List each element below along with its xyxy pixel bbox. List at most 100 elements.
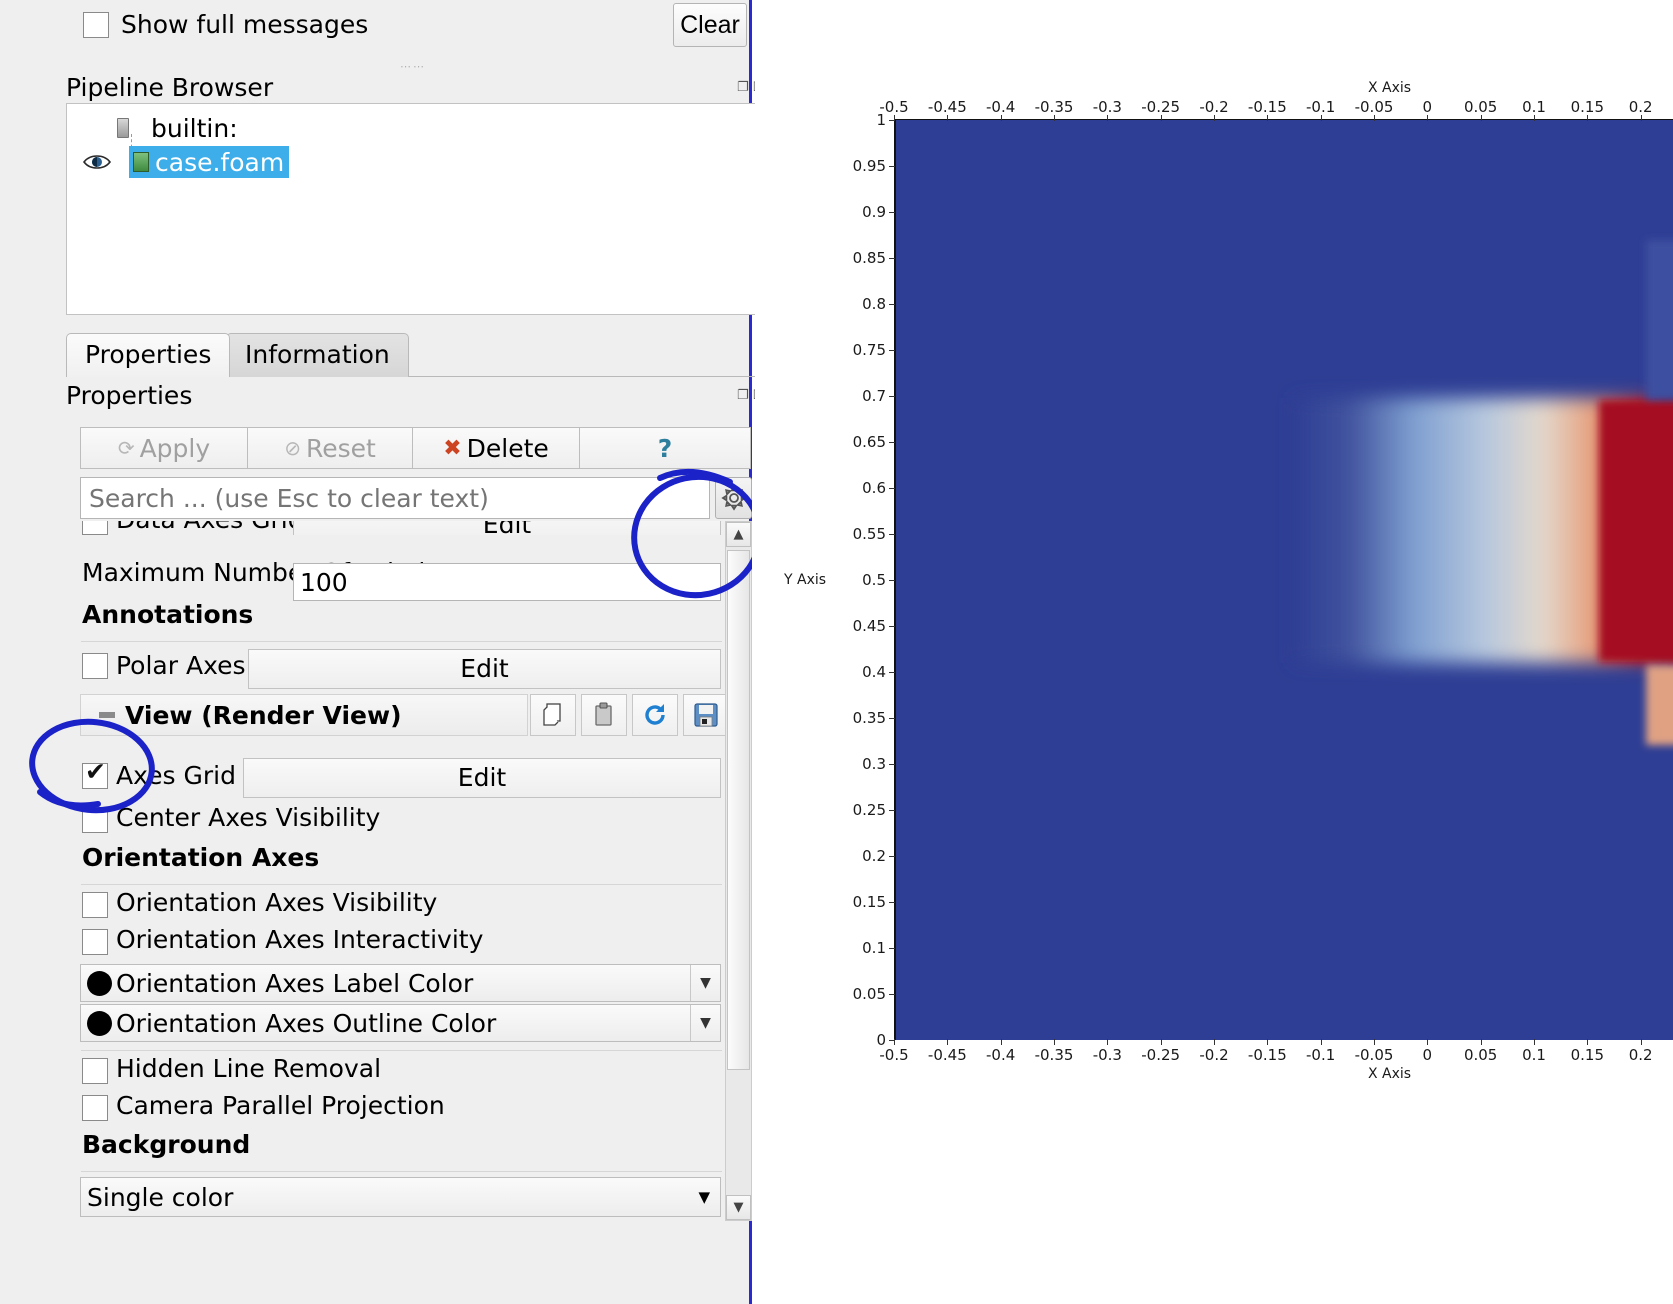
reset-label: Reset <box>306 434 376 463</box>
x-tick-label: -0.3 <box>1093 1046 1122 1064</box>
chevron-down-icon[interactable]: ▼ <box>690 965 720 1001</box>
y-tick-mark <box>889 948 895 949</box>
color-swatch <box>87 1011 112 1036</box>
x-tick-mark <box>1267 1039 1268 1045</box>
y-tick-mark <box>889 580 895 581</box>
show-full-messages-label: Show full messages <box>121 10 368 39</box>
scrollbar-thumb[interactable] <box>727 550 750 1070</box>
help-button[interactable]: ? <box>579 427 751 469</box>
float-icon[interactable]: ❐ <box>737 80 749 95</box>
left-dock-inner: Show full messages Clear ⋯⋯ Pipeline Bro… <box>33 0 749 1304</box>
property-row-center-axes-visibility[interactable]: Center Axes Visibility <box>80 806 725 843</box>
gear-icon[interactable] <box>715 477 752 519</box>
camera-parallel-projection-checkbox[interactable] <box>82 1095 108 1121</box>
property-row-orientation-axes-visibility[interactable]: Orientation Axes Visibility <box>80 890 725 927</box>
y-tick-label: 0.05 <box>842 985 886 1003</box>
property-row-orientation-axes-label-color[interactable]: Orientation Axes Label Color ▼ <box>80 964 725 1004</box>
section-divider <box>81 884 722 885</box>
x-tick-mark <box>1427 1039 1428 1045</box>
annotations-section-label: Annotations <box>82 600 253 629</box>
render-view[interactable]: -0.5-0.45-0.4-0.35-0.3-0.25-0.2-0.15-0.1… <box>755 0 1673 1304</box>
y-tick-mark <box>889 166 895 167</box>
delete-button[interactable]: ✖ Delete <box>412 427 580 469</box>
search-input[interactable] <box>80 477 710 519</box>
y-tick-label: 0.2 <box>842 847 886 865</box>
polar-axes-edit-button[interactable]: Edit <box>248 649 721 689</box>
properties-scrollbar[interactable]: ▲ ▼ <box>725 521 752 1221</box>
data-axes-grid-checkbox[interactable] <box>82 521 108 535</box>
camera-parallel-projection-label: Camera Parallel Projection <box>116 1091 445 1120</box>
apply-button[interactable]: ⟳ Apply <box>80 427 248 469</box>
y-tick-label: 0.3 <box>842 755 886 773</box>
property-row-camera-parallel-projection[interactable]: Camera Parallel Projection <box>80 1093 725 1130</box>
orientation-axes-interactivity-label: Orientation Axes Interactivity <box>116 925 483 954</box>
float-icon[interactable]: ❐ <box>737 388 749 403</box>
apply-icon: ⟳ <box>118 436 135 460</box>
triangle-down-icon[interactable]: ▼ <box>726 1195 751 1220</box>
orientation-axes-visibility-checkbox[interactable] <box>82 892 108 918</box>
pipeline-browser-list[interactable]: builtin: case.foam <box>66 103 766 315</box>
background-section-label: Background <box>82 1130 250 1159</box>
y-tick-label: 0.45 <box>842 617 886 635</box>
reset-button[interactable]: ⊘ Reset <box>247 427 413 469</box>
x-tick-label: 0.05 <box>1464 1046 1497 1064</box>
y-tick-mark <box>889 350 895 351</box>
y-tick-label: 0.95 <box>842 157 886 175</box>
property-row-orientation-axes-outline-color[interactable]: Orientation Axes Outline Color ▼ <box>80 1004 725 1056</box>
x-tick-label: -0.25 <box>1141 1046 1180 1064</box>
polar-axes-label: Polar Axes <box>116 651 246 680</box>
orientation-axes-section-label: Orientation Axes <box>82 843 319 872</box>
x-tick-mark <box>1587 115 1588 121</box>
clear-button[interactable]: Clear <box>673 3 747 47</box>
view-group-header-bar[interactable]: View (Render View) <box>80 694 528 736</box>
polar-axes-checkbox[interactable] <box>82 653 108 679</box>
pipeline-item-case-foam[interactable]: case.foam <box>82 145 289 179</box>
property-row-axes-grid[interactable]: Axes Grid Edit <box>80 754 725 806</box>
background-mode-value: Single color <box>87 1183 698 1212</box>
show-full-messages-checkbox[interactable] <box>83 12 109 38</box>
pipeline-item-highlight[interactable]: case.foam <box>129 146 289 178</box>
collapse-icon[interactable] <box>99 712 115 718</box>
property-row-background-mode[interactable]: Single color ▼ <box>80 1177 725 1221</box>
x-tick-label: 0.2 <box>1629 1046 1653 1064</box>
y-tick-label: 0.7 <box>842 387 886 405</box>
tab-information[interactable]: Information <box>226 333 409 377</box>
data-axes-grid-edit-button[interactable]: Edit <box>293 521 721 535</box>
x-tick-label: -0.15 <box>1248 1046 1287 1064</box>
copy-icon[interactable] <box>530 694 576 736</box>
eye-icon[interactable] <box>82 152 112 172</box>
max-number-of-labels-input[interactable] <box>293 563 721 601</box>
axes-grid-label: Axes Grid <box>116 761 236 790</box>
orientation-axes-outline-color-combo[interactable]: Orientation Axes Outline Color ▼ <box>80 1004 721 1042</box>
background-mode-combo[interactable]: Single color ▼ <box>80 1177 721 1217</box>
property-group-view-render-view: View (Render View) <box>80 694 725 736</box>
orientation-axes-label-color-combo[interactable]: Orientation Axes Label Color ▼ <box>80 964 721 1002</box>
y-tick-label: 0.55 <box>842 525 886 543</box>
property-row-hidden-line-removal[interactable]: Hidden Line Removal <box>80 1056 725 1093</box>
hidden-line-removal-checkbox[interactable] <box>82 1058 108 1084</box>
x-tick-mark <box>1161 1039 1162 1045</box>
chevron-down-icon[interactable]: ▼ <box>698 1188 720 1206</box>
property-row-data-axes-grid[interactable]: Data Axes Grid Edit <box>80 521 725 535</box>
render-view-canvas[interactable] <box>894 120 1673 1040</box>
axes-grid-checkbox[interactable] <box>82 763 108 789</box>
x-tick-label: 0.15 <box>1571 98 1604 116</box>
triangle-up-icon[interactable]: ▲ <box>726 522 751 547</box>
properties-scroll-area[interactable]: Data Axes Grid Edit Maximum Number Of La… <box>80 521 725 1221</box>
orientation-axes-interactivity-checkbox[interactable] <box>82 929 108 955</box>
pipeline-item-builtin[interactable]: builtin: <box>117 110 238 146</box>
x-tick-label: -0.4 <box>986 1046 1015 1064</box>
center-axes-visibility-checkbox[interactable] <box>82 807 108 833</box>
paste-icon[interactable] <box>581 694 627 736</box>
tab-properties[interactable]: Properties <box>66 333 230 377</box>
x-tick-label: -0.35 <box>1035 98 1074 116</box>
property-row-max-labels[interactable]: Maximum Number Of Labels <box>80 535 725 603</box>
save-icon[interactable] <box>683 694 729 736</box>
property-row-orientation-axes-interactivity[interactable]: Orientation Axes Interactivity <box>80 927 725 964</box>
y-tick-label: 0.35 <box>842 709 886 727</box>
reload-icon[interactable] <box>632 694 678 736</box>
panel-splitter-handle[interactable]: ⋯⋯ <box>378 60 448 68</box>
axes-grid-edit-button[interactable]: Edit <box>243 758 721 798</box>
chevron-down-icon[interactable]: ▼ <box>690 1005 720 1041</box>
pipeline-browser-title: Pipeline Browser <box>66 73 273 102</box>
